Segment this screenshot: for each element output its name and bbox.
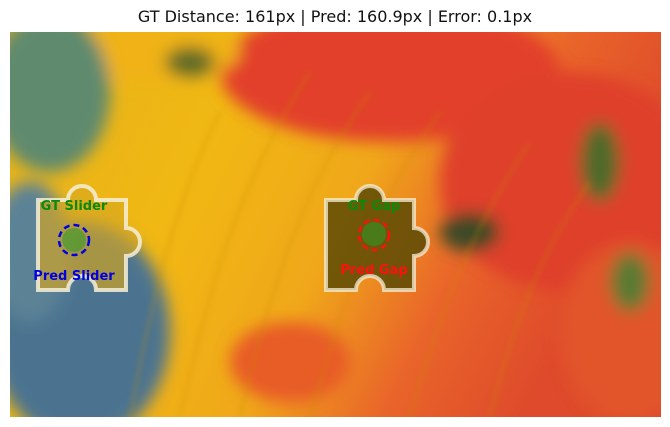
figure-title: GT Distance: 161px | Pred: 160.9px | Err… [137, 7, 533, 26]
gt-gap-label: GT Gap [348, 199, 401, 214]
pred-slider-label: Pred Slider [33, 269, 115, 284]
gt-slider-label: GT Slider [41, 199, 108, 214]
gt-slider-marker [62, 228, 86, 252]
captcha-image: GT Slider Pred Slider GT Gap Pred Gap [10, 32, 661, 417]
captcha-canvas: GT Slider Pred Slider GT Gap Pred Gap [10, 32, 661, 417]
pred-gap-label: Pred Gap [340, 263, 407, 278]
gt-gap-marker [362, 222, 386, 246]
